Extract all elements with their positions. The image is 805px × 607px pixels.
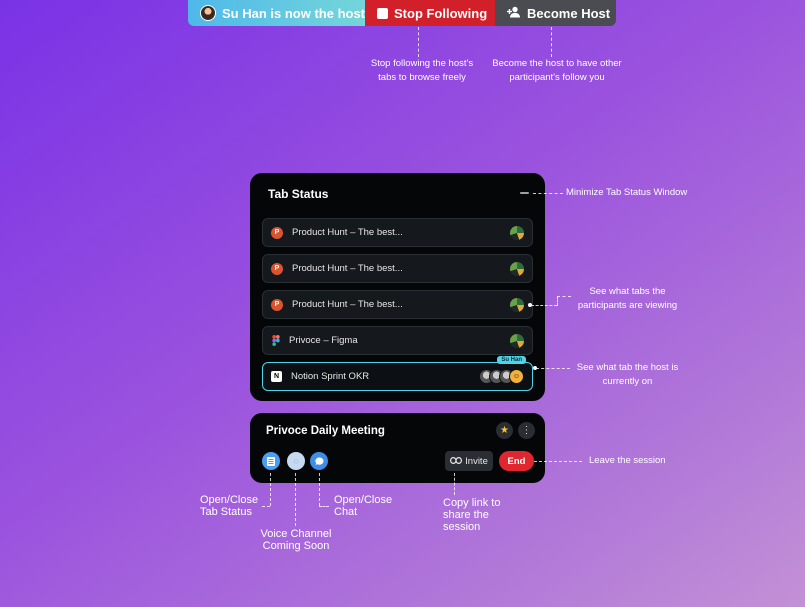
invite-label: Invite	[465, 455, 488, 467]
stop-following-button[interactable]: Stop Following	[365, 0, 495, 26]
product-hunt-icon: P	[271, 226, 283, 239]
more-options-icon[interactable]: ⋮	[518, 422, 535, 439]
tab-row[interactable]: P Product Hunt – The best...	[262, 290, 533, 319]
chat-toggle-icon[interactable]	[310, 452, 328, 470]
participant-avatar: ☺	[509, 369, 524, 384]
host-tab-note: See what tab the host is currently on	[576, 362, 679, 387]
meeting-title: Privoce Daily Meeting	[266, 425, 385, 437]
tab-row[interactable]: P Product Hunt – The best...	[262, 254, 533, 283]
leave-connector	[534, 461, 582, 462]
product-hunt-icon: P	[271, 298, 283, 311]
tab-label: Notion Sprint OKR	[291, 371, 370, 382]
host-tab-connector	[536, 368, 570, 369]
tab-label: Privoce – Figma	[289, 335, 358, 346]
minimize-icon[interactable]	[520, 192, 529, 194]
invite-connector	[454, 473, 455, 495]
participant-avatar	[510, 225, 524, 240]
figma-icon	[271, 335, 281, 347]
stop-icon	[377, 7, 388, 19]
minimize-connector	[533, 193, 563, 194]
host-tab-row[interactable]: Su Han N Notion Sprint OKR ☺	[262, 356, 533, 391]
star-icon[interactable]: ★	[496, 422, 513, 439]
leave-note: Leave the session	[589, 455, 666, 466]
tab-status-toggle-note: Open/Close Tab Status	[200, 494, 259, 518]
chat-toggle-connector-h	[319, 506, 329, 507]
host-avatar	[200, 5, 216, 21]
chat-toggle-note: Open/Close Chat	[334, 494, 393, 518]
become-host-connector	[551, 27, 552, 57]
participant-avatar	[510, 333, 524, 348]
add-user-icon	[507, 6, 521, 21]
host-status-text: Su Han is now the host	[222, 5, 366, 21]
tab-row[interactable]: Privoce – Figma	[262, 326, 533, 355]
end-session-button[interactable]: End	[499, 451, 534, 471]
tab-status-toggle-icon[interactable]	[262, 452, 280, 470]
stop-following-note: Stop following the host's tabs to browse…	[370, 58, 474, 83]
participant-avatar	[510, 297, 524, 312]
participants-connector-v	[557, 296, 558, 306]
notion-icon: N	[271, 371, 282, 382]
copy-link-note: Copy link to share the session	[443, 497, 501, 533]
tab-status-title: Tab Status	[268, 187, 329, 201]
become-host-label: Become Host	[527, 5, 611, 21]
participants-tabs-note: See what tabs the participants are viewi…	[577, 286, 678, 311]
link-icon	[450, 456, 463, 467]
minimize-note: Minimize Tab Status Window	[566, 187, 688, 198]
tab-status-window: Tab Status P Product Hunt – The best... …	[250, 173, 545, 401]
tab-label: Product Hunt – The best...	[292, 263, 403, 274]
host-tag: Su Han	[497, 356, 526, 364]
become-host-button[interactable]: Become Host	[495, 0, 616, 26]
host-banner: Su Han is now the host Stop Following Be…	[188, 0, 616, 26]
tab-row[interactable]: P Product Hunt – The best...	[262, 218, 533, 247]
participants-connector	[531, 305, 557, 306]
invite-button[interactable]: Invite	[445, 451, 493, 471]
voice-channel-note: Voice Channel Coming Soon	[260, 528, 332, 552]
tab-label: Product Hunt – The best...	[292, 299, 403, 310]
product-hunt-icon: P	[271, 262, 283, 275]
participants-connector-2	[557, 296, 571, 297]
voice-channel-connector	[295, 473, 296, 526]
voice-channel-icon[interactable]: ◌	[287, 452, 305, 470]
participant-avatar-stack: ☺	[479, 369, 524, 384]
participant-avatar	[510, 261, 524, 276]
host-status: Su Han is now the host	[188, 0, 365, 26]
stop-following-connector	[418, 27, 419, 57]
stop-following-label: Stop Following	[394, 5, 488, 21]
chat-toggle-connector	[319, 473, 320, 506]
become-host-note: Become the host to have other participan…	[492, 58, 622, 83]
tab-label: Product Hunt – The best...	[292, 227, 403, 238]
tab-status-toggle-connector	[270, 473, 271, 506]
